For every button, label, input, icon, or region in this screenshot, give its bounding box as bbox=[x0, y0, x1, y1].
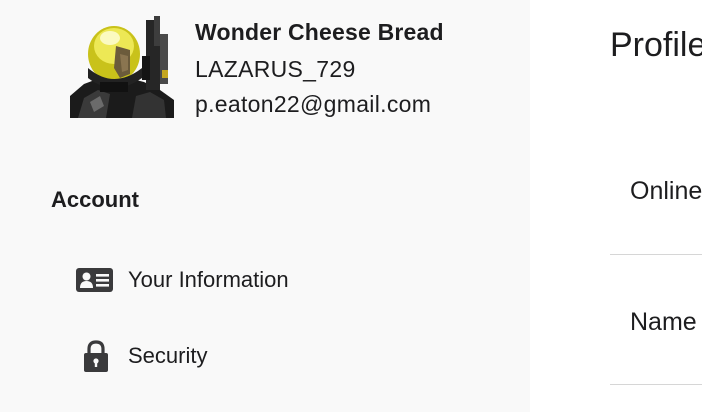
sidebar-item-your-information[interactable]: Your Information bbox=[60, 256, 500, 304]
avatar[interactable] bbox=[70, 16, 174, 118]
page-title: Profile bbox=[610, 26, 702, 64]
sidebar-item-label: Your Information bbox=[128, 267, 289, 292]
sidebar-item-security[interactable]: Security bbox=[60, 332, 500, 380]
settings-row-online[interactable]: Online bbox=[630, 177, 702, 206]
app-window: Wonder Cheese Bread LAZARUS_729 p.eaton2… bbox=[0, 0, 702, 412]
id-card-icon bbox=[76, 264, 114, 296]
divider bbox=[610, 254, 702, 255]
settings-row-name[interactable]: Name bbox=[630, 308, 697, 337]
divider bbox=[610, 384, 702, 385]
sidebar: Wonder Cheese Bread LAZARUS_729 p.eaton2… bbox=[0, 0, 530, 412]
lock-icon bbox=[76, 340, 114, 372]
profile-email: p.eaton22@gmail.com bbox=[195, 91, 432, 117]
profile-gamertag: LAZARUS_729 bbox=[195, 56, 356, 82]
section-title-account: Account bbox=[51, 187, 139, 212]
avatar-image bbox=[70, 16, 174, 118]
sidebar-item-label: Security bbox=[128, 343, 208, 368]
profile-display-name: Wonder Cheese Bread bbox=[195, 19, 444, 45]
